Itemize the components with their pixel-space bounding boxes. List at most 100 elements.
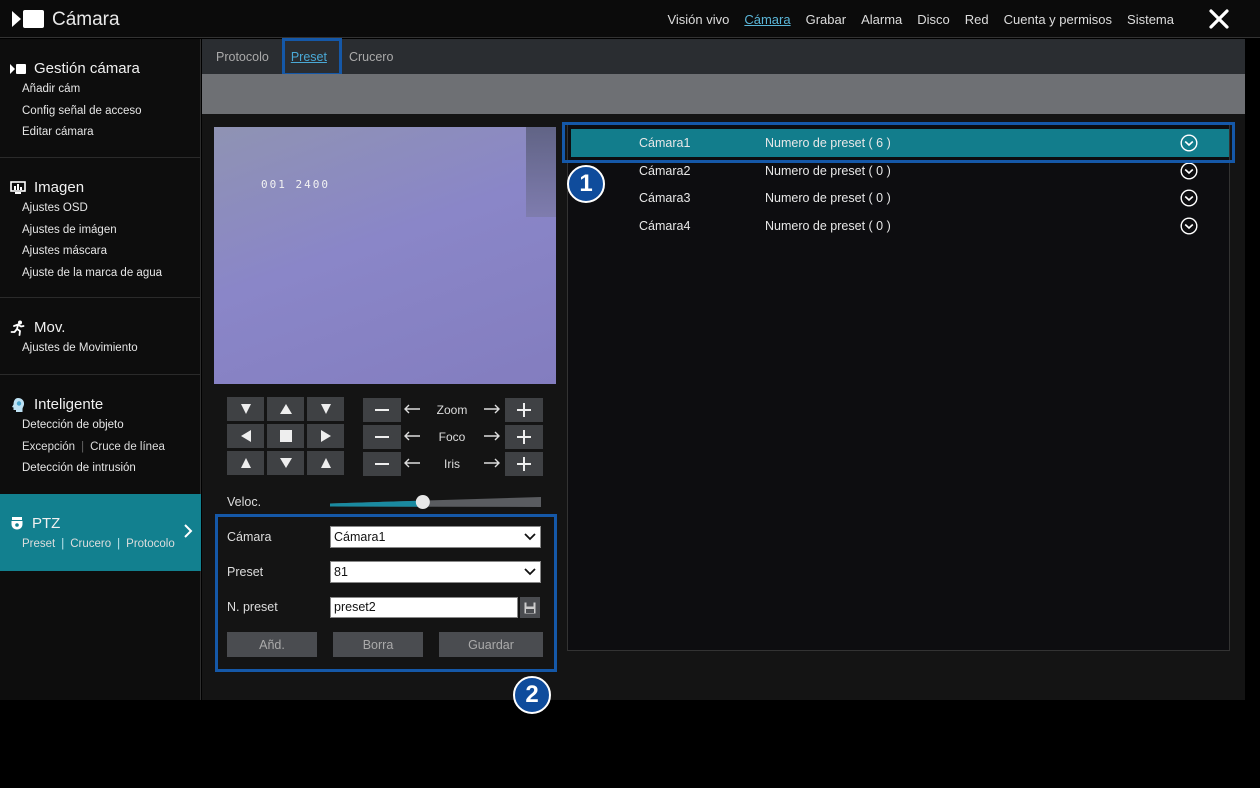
- ptz-down-left-button[interactable]: [227, 451, 264, 475]
- arrow-down-left-icon: [240, 458, 251, 468]
- expand-chevron-icon[interactable]: [1180, 162, 1198, 180]
- slider-knob[interactable]: [415, 495, 430, 509]
- iris-open-button[interactable]: [505, 452, 543, 476]
- iris-label: Iris: [444, 457, 460, 471]
- expand-chevron-icon[interactable]: [1180, 134, 1198, 152]
- sub-tabs: Protocolo Preset Crucero: [202, 39, 1245, 74]
- ptz-right-button[interactable]: [307, 424, 344, 448]
- focus-far-button[interactable]: [505, 425, 543, 449]
- minus-icon: [375, 409, 389, 411]
- preset-name-input[interactable]: preset2: [330, 597, 518, 618]
- preset-count: Numero de preset ( 6 ): [765, 136, 891, 150]
- sidebar-head-inteligente[interactable]: Inteligente: [0, 396, 200, 413]
- sidebar-item-cruce-linea[interactable]: Cruce de línea: [90, 437, 165, 459]
- sidebar-item-config-senal[interactable]: Config señal de acceso: [0, 101, 200, 123]
- nav-alarma[interactable]: Alarma: [861, 12, 902, 27]
- arrow-up-icon: [279, 404, 292, 414]
- sidebar-head-mov[interactable]: Mov.: [0, 319, 200, 336]
- nav-disco[interactable]: Disco: [917, 12, 950, 27]
- ptz-stop-button[interactable]: [267, 424, 304, 448]
- sidebar-item-ajustes-imagen[interactable]: Ajustes de imágen: [0, 220, 200, 242]
- focus-near-button[interactable]: [363, 425, 401, 449]
- sidebar-item-deteccion-objeto[interactable]: Detección de objeto: [0, 415, 200, 437]
- brain-head-icon: [12, 397, 25, 412]
- nav-sistema[interactable]: Sistema: [1127, 12, 1174, 27]
- zoom-in-button[interactable]: [505, 398, 543, 422]
- chevron-down-icon: [524, 533, 536, 541]
- close-icon[interactable]: [1208, 8, 1230, 30]
- top-bar: Cámara Visión vivo Cámara Grabar Alarma …: [0, 0, 1260, 38]
- sidebar-item-ajustes-osd[interactable]: Ajustes OSD: [0, 198, 200, 220]
- chevron-right-icon: [184, 524, 193, 538]
- sidebar-title-ptz: PTZ: [32, 515, 61, 532]
- sidebar-title-gestion: Gestión cámara: [34, 60, 140, 77]
- delete-preset-button[interactable]: Borra: [333, 632, 423, 657]
- nav-camara[interactable]: Cámara: [744, 12, 790, 27]
- ptz-left-button[interactable]: [227, 424, 264, 448]
- ptz-down-right-button[interactable]: [307, 451, 344, 475]
- sidebar-item-ajustes-mascara[interactable]: Ajustes máscara: [0, 241, 200, 263]
- ptz-up-right-button[interactable]: [307, 397, 344, 421]
- nav-vision-vivo[interactable]: Visión vivo: [667, 12, 729, 27]
- sidebar-item-crucero[interactable]: Crucero: [70, 534, 111, 556]
- callout-badge-2: 2: [513, 676, 551, 714]
- sidebar-item-editar-camara[interactable]: Editar cámara: [0, 122, 200, 144]
- sidebar-item-anadir-cam[interactable]: Añadir cám: [0, 79, 200, 101]
- sidebar-title-imagen: Imagen: [34, 179, 85, 196]
- save-preset-button[interactable]: Guardar: [439, 632, 543, 657]
- camera-icon: [10, 63, 26, 74]
- sidebar-item-deteccion-intrusion[interactable]: Detección de intrusión: [0, 458, 200, 480]
- add-preset-button[interactable]: Añd.: [227, 632, 317, 657]
- nav-grabar[interactable]: Grabar: [806, 12, 846, 27]
- sidebar-head-gestion[interactable]: Gestión cámara: [0, 60, 200, 77]
- separator: |: [117, 538, 121, 550]
- plus-icon: [517, 430, 531, 444]
- sidebar-head-imagen[interactable]: Imagen: [0, 179, 200, 196]
- expand-chevron-icon[interactable]: [1180, 189, 1198, 207]
- arrow-up-left-icon: [240, 404, 251, 414]
- speed-slider[interactable]: [330, 494, 541, 510]
- expand-chevron-icon[interactable]: [1180, 217, 1198, 235]
- sidebar-group-gestion: Gestión cámara Añadir cám Config señal d…: [0, 39, 200, 158]
- tab-protocolo[interactable]: Protocolo: [216, 50, 269, 64]
- sidebar-head-ptz[interactable]: PTZ: [0, 515, 201, 532]
- preset-count: Numero de preset ( 0 ): [765, 191, 891, 205]
- iris-close-button[interactable]: [363, 452, 401, 476]
- ptz-down-button[interactable]: [267, 451, 304, 475]
- save-name-button[interactable]: [520, 597, 540, 618]
- minus-icon: [375, 463, 389, 465]
- arrow-down-icon: [279, 458, 292, 468]
- camera-select-value: Cámara1: [334, 530, 386, 544]
- arrow-right-icon: [320, 430, 331, 442]
- sidebar-item-excepcion[interactable]: Excepción: [22, 437, 75, 459]
- ptz-up-left-button[interactable]: [227, 397, 264, 421]
- zoom-out-button[interactable]: [363, 398, 401, 422]
- sidebar-item-marca-agua[interactable]: Ajuste de la marca de agua: [0, 263, 200, 285]
- plus-icon: [517, 403, 531, 417]
- ptz-up-button[interactable]: [267, 397, 304, 421]
- video-corner-shade: [526, 127, 556, 217]
- camera-row-2[interactable]: Cámara2 Numero de preset ( 0 ): [571, 157, 1229, 185]
- tab-preset[interactable]: Preset: [291, 50, 327, 64]
- stop-icon: [279, 430, 292, 442]
- toolbar-band: [202, 74, 1245, 114]
- tab-crucero[interactable]: Crucero: [349, 50, 393, 64]
- arrow-left-small-icon: [404, 404, 420, 414]
- camera-select[interactable]: Cámara1: [330, 526, 541, 548]
- nav-cuenta-permisos[interactable]: Cuenta y permisos: [1004, 12, 1112, 27]
- sidebar-item-ajustes-movimiento[interactable]: Ajustes de Movimiento: [0, 338, 200, 360]
- app-title: Cámara: [52, 9, 120, 30]
- camera-row-1[interactable]: Cámara1 Numero de preset ( 6 ): [571, 129, 1229, 157]
- camera-row-3[interactable]: Cámara3 Numero de preset ( 0 ): [571, 184, 1229, 212]
- arrow-left-small-icon: [404, 431, 420, 441]
- iris-row: Iris: [363, 451, 543, 478]
- sidebar-item-protocolo[interactable]: Protocolo: [126, 534, 175, 556]
- floppy-disk-icon: [524, 602, 536, 613]
- arrow-right-small-icon: [484, 431, 500, 441]
- sidebar-item-preset[interactable]: Preset: [22, 534, 55, 556]
- nav-red[interactable]: Red: [965, 12, 989, 27]
- ptz-direction-pad: [227, 397, 347, 479]
- preset-select[interactable]: 81: [330, 561, 541, 583]
- image-settings-icon: [10, 180, 26, 194]
- camera-row-4[interactable]: Cámara4 Numero de preset ( 0 ): [571, 212, 1229, 240]
